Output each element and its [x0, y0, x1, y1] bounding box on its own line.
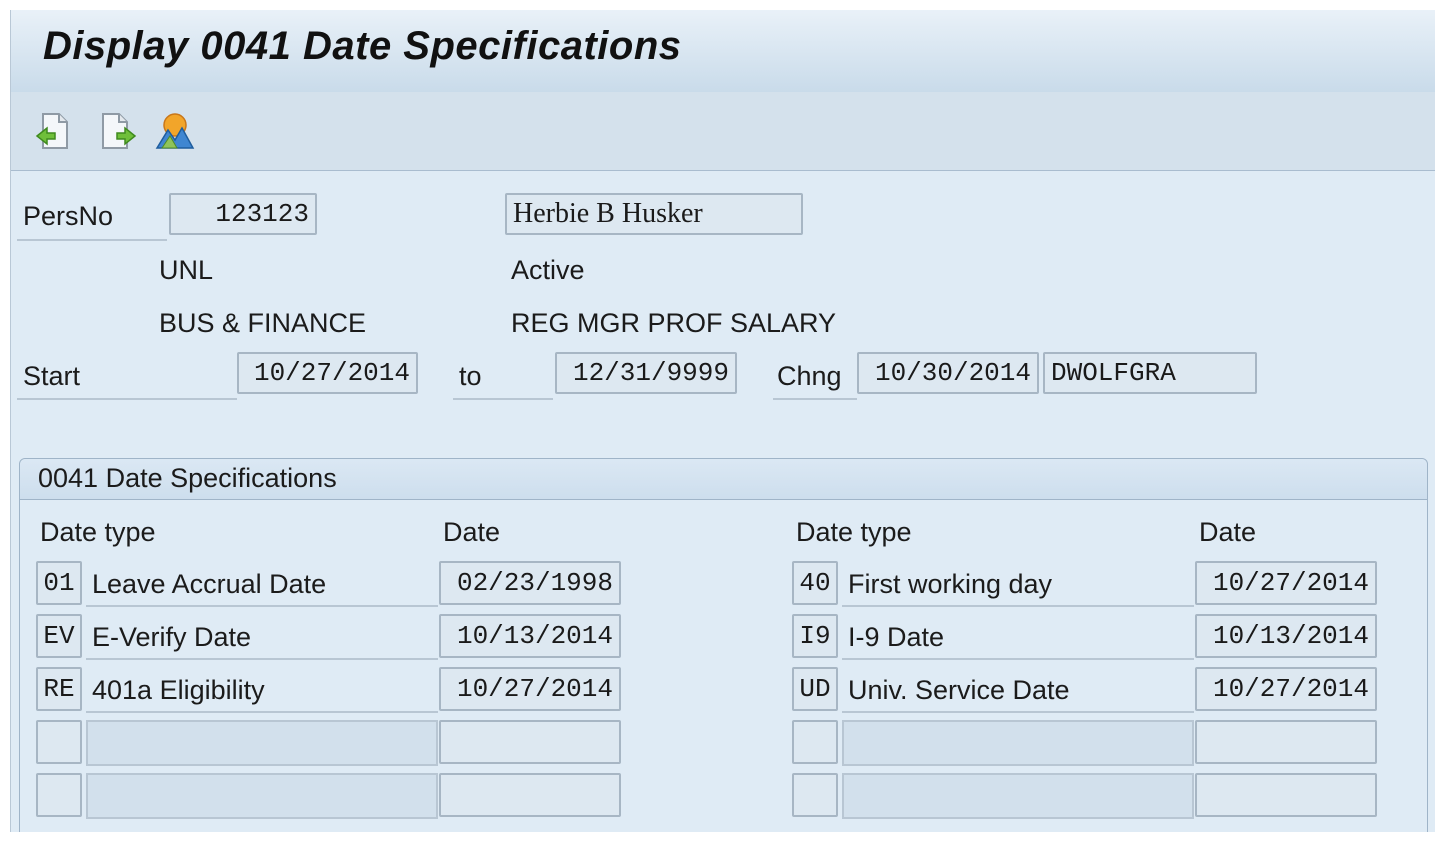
date-field[interactable]: 10/27/2014	[1195, 561, 1377, 605]
overview-icon[interactable]	[155, 110, 195, 152]
date-type-code-field[interactable]: 40	[792, 561, 838, 605]
date-type-code-field[interactable]: EV	[36, 614, 82, 658]
date-field[interactable]	[1195, 720, 1377, 764]
date-type-description	[86, 773, 438, 819]
date-type-description: First working day	[842, 561, 1194, 607]
persno-field[interactable]: 123123	[169, 193, 317, 235]
status-text: Active	[511, 255, 585, 285]
next-record-icon[interactable]	[97, 110, 137, 152]
title-bar: Display 0041 Date Specifications	[11, 10, 1435, 93]
content-area: PersNo 123123 Herbie B Husker UNL Active…	[11, 171, 1435, 832]
date-field[interactable]: 10/27/2014	[439, 667, 621, 711]
employee-name-field[interactable]: Herbie B Husker	[505, 193, 803, 235]
table-row	[776, 720, 1426, 768]
start-label: Start	[23, 361, 81, 391]
table-row	[776, 773, 1426, 821]
start-date-field[interactable]: 10/27/2014	[237, 352, 418, 394]
page-title: Display 0041 Date Specifications	[43, 24, 682, 68]
date-type-description: I-9 Date	[842, 614, 1194, 660]
position-text: REG MGR PROF SALARY	[511, 308, 837, 338]
application-toolbar	[11, 92, 1435, 171]
table-row: 40 First working day 10/27/2014	[776, 561, 1426, 609]
table-row: UD Univ. Service Date 10/27/2014	[776, 667, 1426, 715]
date-type-description	[842, 720, 1194, 766]
left-date-type-header: Date type	[40, 517, 156, 547]
date-type-description	[86, 720, 438, 766]
chng-label: Chng	[777, 361, 842, 391]
date-type-description: E-Verify Date	[86, 614, 438, 660]
group-title: 0041 Date Specifications	[38, 463, 337, 493]
date-type-code-field[interactable]	[792, 773, 838, 817]
date-type-code-field[interactable]: I9	[792, 614, 838, 658]
org-text: UNL	[159, 255, 214, 285]
date-field[interactable]: 10/13/2014	[439, 614, 621, 658]
right-date-header: Date	[1199, 517, 1257, 547]
table-row	[20, 773, 720, 821]
table-row: EV E-Verify Date 10/13/2014	[20, 614, 720, 662]
table-row	[20, 720, 720, 768]
date-type-description	[842, 773, 1194, 819]
date-type-code-field[interactable]: RE	[36, 667, 82, 711]
date-field[interactable]	[1195, 773, 1377, 817]
changed-by-field[interactable]: DWOLFGRA	[1043, 352, 1257, 394]
date-type-description: Univ. Service Date	[842, 667, 1194, 713]
table-row: I9 I-9 Date 10/13/2014	[776, 614, 1426, 662]
date-type-code-field[interactable]	[792, 720, 838, 764]
to-label: to	[459, 361, 482, 391]
changed-on-field[interactable]: 10/30/2014	[857, 352, 1039, 394]
table-row: RE 401a Eligibility 10/27/2014	[20, 667, 720, 715]
date-field[interactable]	[439, 720, 621, 764]
date-specifications-group: 0041 Date Specifications Date type Date …	[19, 458, 1428, 832]
date-type-description: 401a Eligibility	[86, 667, 438, 713]
table-row: 01 Leave Accrual Date 02/23/1998	[20, 561, 720, 609]
date-field[interactable]: 10/13/2014	[1195, 614, 1377, 658]
date-field[interactable]: 02/23/1998	[439, 561, 621, 605]
end-date-field[interactable]: 12/31/9999	[555, 352, 737, 394]
date-field[interactable]	[439, 773, 621, 817]
date-type-description: Leave Accrual Date	[86, 561, 438, 607]
date-type-code-field[interactable]: 01	[36, 561, 82, 605]
right-date-type-header: Date type	[796, 517, 912, 547]
dept-text: BUS & FINANCE	[159, 308, 367, 338]
date-type-code-field[interactable]	[36, 720, 82, 764]
group-title-bar: 0041 Date Specifications	[20, 459, 1427, 500]
sap-window: Display 0041 Date Specifications PersNo …	[10, 10, 1435, 832]
date-type-code-field[interactable]	[36, 773, 82, 817]
left-date-header: Date	[443, 517, 501, 547]
persno-label: PersNo	[23, 201, 114, 231]
previous-record-icon[interactable]	[35, 110, 75, 152]
date-type-code-field[interactable]: UD	[792, 667, 838, 711]
date-field[interactable]: 10/27/2014	[1195, 667, 1377, 711]
